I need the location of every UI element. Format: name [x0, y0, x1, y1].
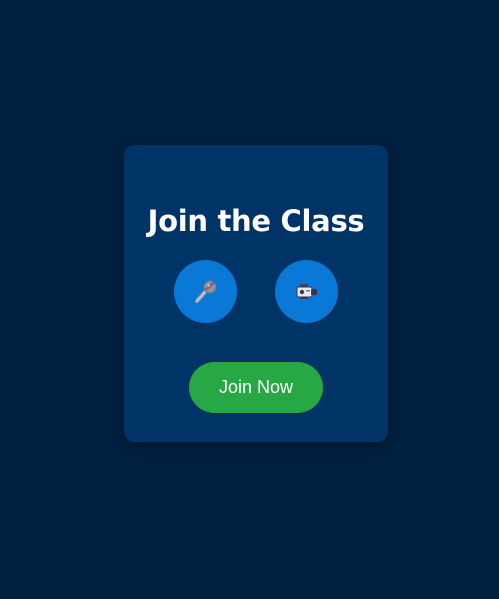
join-class-card: Join the Class Join Now: [124, 145, 388, 442]
video-camera-icon: [296, 283, 317, 299]
card-title: Join the Class: [147, 204, 365, 238]
microphone-icon: [194, 280, 216, 303]
join-now-button[interactable]: Join Now: [189, 362, 323, 413]
microphone-button[interactable]: [174, 260, 237, 323]
camera-button[interactable]: [275, 260, 338, 323]
